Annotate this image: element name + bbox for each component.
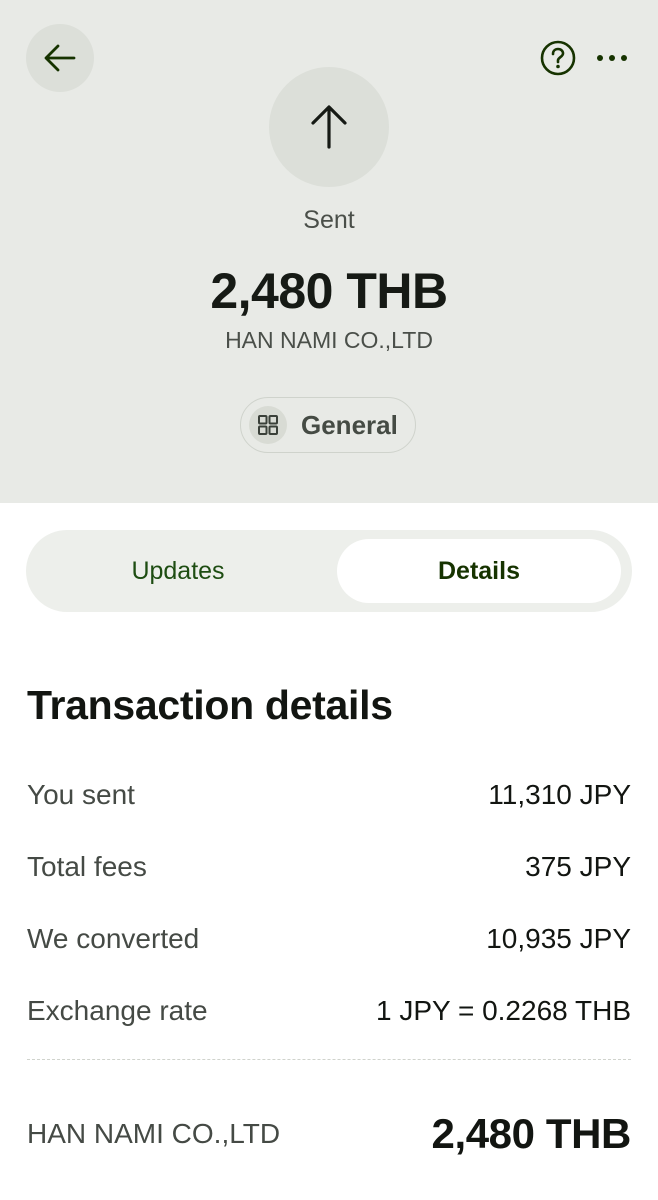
detail-value: 10,935 JPY [486,923,631,954]
total-row: HAN NAMI CO.,LTD 2,480 THB [27,1106,631,1162]
detail-row-total-fees: Total fees 375 JPY [27,847,631,887]
detail-label: We converted [27,923,200,954]
tab-bar: Updates Details [26,530,632,612]
detail-value: 1 JPY = 0.2268 THB [375,995,631,1026]
detail-label: Total fees [27,851,147,882]
detail-value: 375 JPY [525,851,631,882]
recipient-name: HAN NAMI CO.,LTD [225,327,433,353]
arrow-left-icon [44,44,76,72]
total-amount: 2,480 THB [431,1110,632,1157]
status-icon-circle [269,67,389,187]
detail-row-exchange-rate: Exchange rate 1 JPY = 0.2268 THB [27,991,631,1031]
divider [27,1059,631,1060]
tab-details[interactable]: Details [337,539,621,603]
detail-value: 11,310 JPY [488,779,631,810]
detail-label: You sent [27,779,135,810]
detail-label: Exchange rate [27,995,208,1026]
transaction-amount: 2,480 THB [210,263,448,319]
arrow-up-icon [311,105,347,149]
tab-updates[interactable]: Updates [35,539,321,603]
ellipsis-icon [597,55,627,61]
category-chip[interactable]: General [240,397,416,453]
transaction-status: Sent [303,206,355,234]
back-button[interactable] [26,24,94,92]
help-button[interactable] [536,36,580,80]
detail-row-you-sent: You sent 11,310 JPY [27,775,631,815]
total-recipient-label: HAN NAMI CO.,LTD [27,1118,281,1149]
grid-icon [249,406,287,444]
transaction-header: Sent 2,480 THB HAN NAMI CO.,LTD General [0,0,658,503]
category-label: General [301,409,398,440]
detail-row-we-converted: We converted 10,935 JPY [27,919,631,959]
section-title: Transaction details [27,682,393,728]
more-options-button[interactable] [590,36,634,80]
question-circle-icon [540,40,576,76]
